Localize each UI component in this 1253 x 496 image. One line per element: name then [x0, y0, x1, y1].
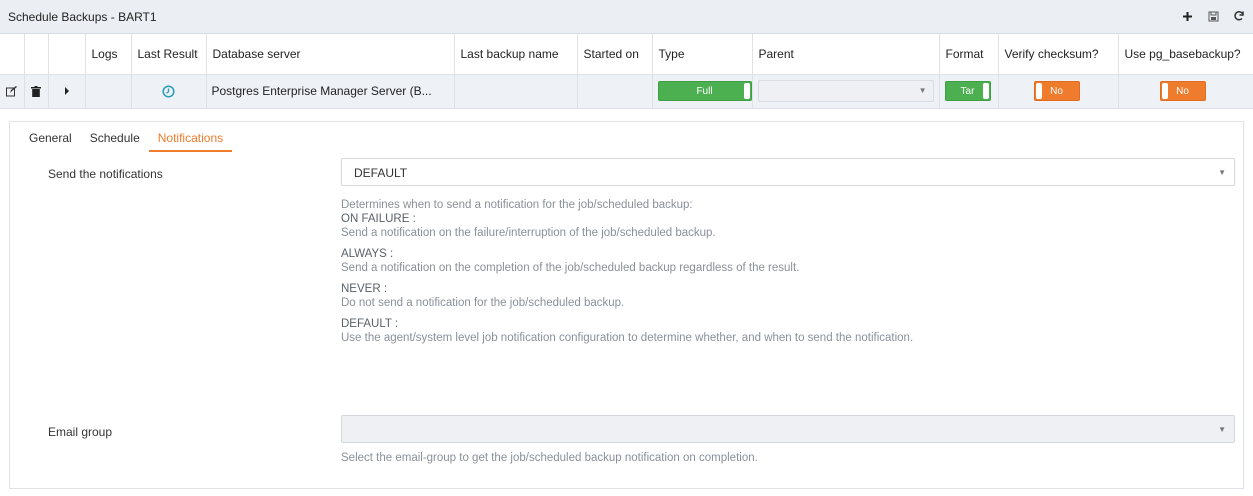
- chevron-down-icon: ▼: [1218, 425, 1226, 434]
- email-group-select[interactable]: ▼: [341, 415, 1235, 443]
- edit-column-header: [0, 34, 25, 75]
- verify-checksum-toggle[interactable]: No: [1033, 81, 1080, 101]
- logs-column-header[interactable]: Logs: [85, 34, 132, 75]
- notifications-help: Determines when to send a notification f…: [341, 198, 913, 345]
- delete-row-cell[interactable]: [24, 74, 49, 109]
- detail-tabs: General Schedule Notifications: [20, 130, 233, 152]
- edit-row-cell[interactable]: [0, 74, 25, 109]
- option-default-title: DEFAULT :: [341, 318, 399, 330]
- last-result-cell: [131, 74, 207, 109]
- format-toggle[interactable]: Tar: [944, 81, 991, 101]
- option-always-title: ALWAYS :: [341, 248, 394, 260]
- clock-icon: [137, 75, 201, 108]
- plus-icon[interactable]: [1179, 8, 1195, 24]
- edit-icon[interactable]: [5, 75, 19, 108]
- verify-checksum-cell: No: [998, 74, 1119, 109]
- option-always-desc: Send a notification on the completion of…: [341, 262, 800, 274]
- last-backup-name-column-header[interactable]: Last backup name: [454, 34, 578, 75]
- trash-icon[interactable]: [30, 75, 43, 108]
- table-row[interactable]: Postgres Enterprise Manager Server (B...…: [0, 74, 1253, 109]
- email-group-help: Select the email-group to get the job/sc…: [341, 452, 758, 464]
- toggle-knob: [743, 83, 750, 99]
- panel-titlebar: Schedule Backups - BART1: [0, 0, 1253, 34]
- chevron-down-icon: ▼: [1218, 168, 1226, 177]
- grid-header-row: Logs Last Result Database server Last ba…: [0, 34, 1253, 75]
- database-server-column-header[interactable]: Database server: [206, 34, 455, 75]
- chevron-down-icon: ▼: [918, 86, 927, 95]
- parent-column-header[interactable]: Parent: [752, 34, 940, 75]
- parent-select[interactable]: ▼: [757, 80, 934, 102]
- save-icon[interactable]: [1205, 8, 1221, 24]
- verify-checksum-column-header[interactable]: Verify checksum?: [998, 34, 1119, 75]
- type-column-header[interactable]: Type: [652, 34, 753, 75]
- send-notifications-select[interactable]: DEFAULT ▼: [341, 158, 1235, 186]
- format-column-header[interactable]: Format: [939, 34, 999, 75]
- email-group-label: Email group: [48, 425, 113, 439]
- use-pg-basebackup-cell: No: [1118, 74, 1253, 109]
- format-cell: Tar: [939, 74, 999, 109]
- tab-general[interactable]: General: [20, 130, 81, 152]
- toggle-knob: [982, 83, 989, 99]
- verify-checksum-toggle-label: No: [1050, 86, 1063, 97]
- row-detail-panel: General Schedule Notifications Send the …: [9, 121, 1244, 489]
- started-on-column-header[interactable]: Started on: [577, 34, 653, 75]
- tab-notifications[interactable]: Notifications: [148, 130, 233, 152]
- logs-cell[interactable]: [85, 74, 132, 109]
- send-notifications-label: Send the notifications: [48, 167, 163, 181]
- option-on-failure-desc: Send a notification on the failure/inter…: [341, 227, 716, 239]
- send-notifications-value: DEFAULT: [354, 166, 408, 180]
- titlebar-tools: [1179, 8, 1247, 24]
- format-toggle-label: Tar: [960, 86, 975, 97]
- backup-schedule-grid: Logs Last Result Database server Last ba…: [0, 34, 1253, 109]
- option-never-desc: Do not send a notification for the job/s…: [341, 297, 625, 309]
- parent-cell: ▼: [752, 74, 940, 109]
- database-server-cell: Postgres Enterprise Manager Server (B...: [206, 74, 455, 109]
- option-on-failure-title: ON FAILURE :: [341, 213, 416, 225]
- delete-column-header: [24, 34, 49, 75]
- expand-column-header: [48, 34, 86, 75]
- option-never-title: NEVER :: [341, 283, 388, 295]
- use-pg-basebackup-column-header[interactable]: Use pg_basebackup?: [1118, 34, 1253, 75]
- type-toggle[interactable]: Full: [657, 81, 751, 101]
- started-on-cell: [577, 74, 653, 109]
- last-result-column-header[interactable]: Last Result: [131, 34, 207, 75]
- refresh-icon[interactable]: [1231, 8, 1247, 24]
- notifications-help-intro: Determines when to send a notification f…: [341, 199, 693, 211]
- last-backup-name-cell: [454, 74, 578, 109]
- tab-schedule[interactable]: Schedule: [81, 130, 149, 152]
- toggle-knob: [1161, 83, 1168, 99]
- expand-row-cell[interactable]: [48, 74, 86, 109]
- panel-title: Schedule Backups - BART1: [8, 10, 157, 24]
- use-pg-basebackup-toggle[interactable]: No: [1159, 81, 1206, 101]
- type-cell: Full: [652, 74, 753, 109]
- caret-right-icon[interactable]: [54, 75, 80, 108]
- use-pg-basebackup-toggle-label: No: [1176, 86, 1189, 97]
- type-toggle-label: Full: [696, 86, 713, 97]
- option-default-desc: Use the agent/system level job notificat…: [341, 332, 914, 344]
- toggle-knob: [1035, 83, 1042, 99]
